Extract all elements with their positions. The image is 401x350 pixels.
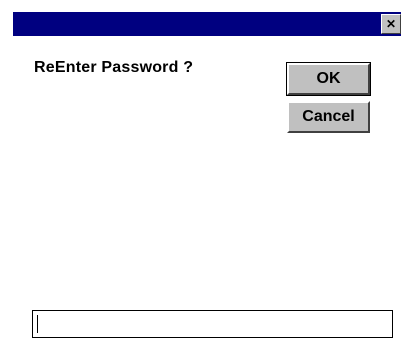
close-button[interactable]: ✕	[381, 14, 401, 34]
prompt-label: ReEnter Password ?	[34, 59, 194, 76]
reenter-password-dialog: ✕ ReEnter Password ? OK Cancel	[0, 0, 401, 350]
cancel-button[interactable]: Cancel	[287, 101, 370, 133]
text-caret	[37, 315, 38, 333]
password-input[interactable]	[32, 310, 393, 338]
close-icon: ✕	[385, 17, 397, 31]
title-bar: ✕	[13, 12, 401, 36]
ok-button[interactable]: OK	[286, 62, 371, 96]
